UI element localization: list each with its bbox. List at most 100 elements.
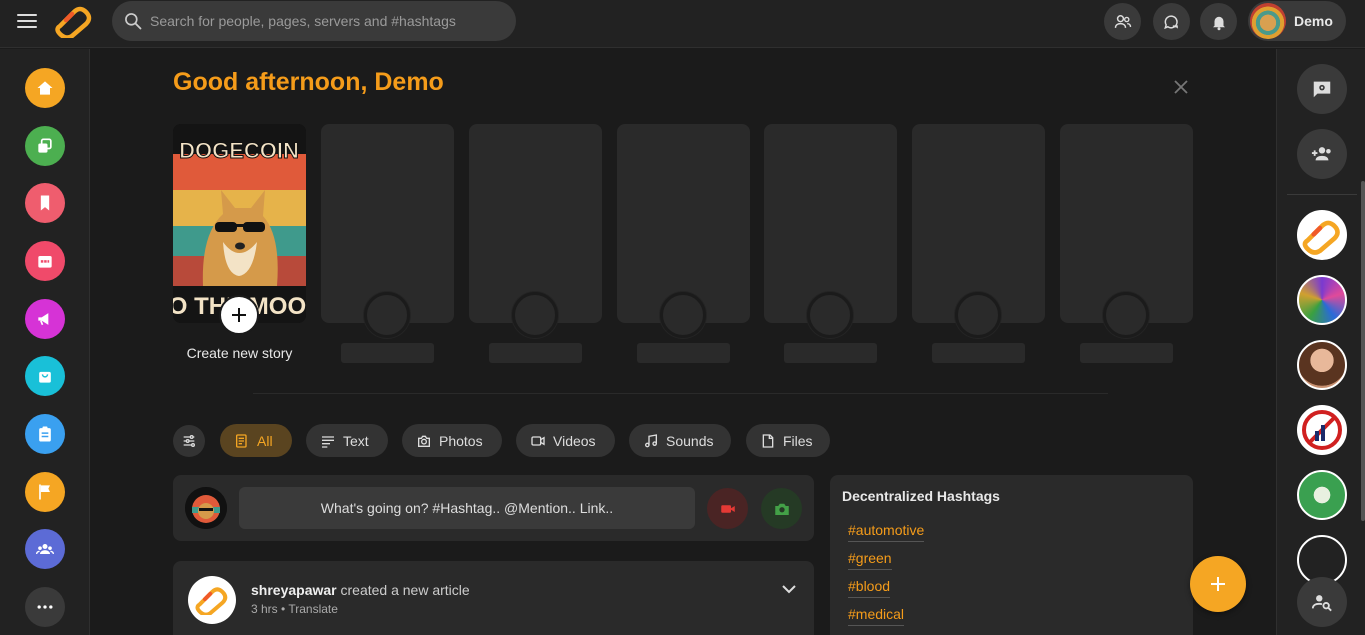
post-header: shreyapawar created a new article bbox=[251, 582, 470, 598]
add-friend-button[interactable] bbox=[1297, 129, 1347, 179]
megaphone-icon bbox=[38, 313, 49, 326]
nav-ads[interactable] bbox=[25, 299, 65, 339]
story-name-placeholder bbox=[932, 343, 1025, 363]
search-icon bbox=[125, 13, 142, 30]
add-people-icon bbox=[1311, 147, 1331, 161]
chat-settings-button[interactable] bbox=[1297, 64, 1347, 114]
nav-pages[interactable] bbox=[25, 472, 65, 512]
search-input[interactable] bbox=[150, 1, 510, 41]
logo-icon[interactable] bbox=[54, 4, 94, 38]
tab-label: Files bbox=[783, 432, 813, 449]
search-box[interactable] bbox=[112, 1, 516, 41]
nav-more[interactable] bbox=[25, 587, 65, 627]
divider bbox=[1287, 194, 1357, 195]
create-story-label: Create new story bbox=[186, 345, 293, 361]
video-camera-icon bbox=[720, 504, 735, 513]
contact-avatar[interactable] bbox=[1297, 275, 1347, 325]
messages-button[interactable] bbox=[1153, 3, 1190, 40]
text-icon bbox=[322, 435, 334, 448]
tab-label: Videos bbox=[553, 432, 596, 449]
add-story-button[interactable] bbox=[219, 295, 259, 335]
divider bbox=[253, 393, 1108, 394]
post-action: created a new article bbox=[340, 582, 470, 598]
scrollbar[interactable] bbox=[1361, 181, 1365, 521]
person-search-icon bbox=[1311, 595, 1332, 612]
nav-jobs[interactable] bbox=[25, 414, 65, 454]
story-avatar-placeholder bbox=[1103, 292, 1149, 338]
story-name-placeholder bbox=[489, 343, 582, 363]
layers-icon bbox=[38, 138, 52, 153]
story-name-placeholder bbox=[341, 343, 434, 363]
avatar bbox=[1250, 3, 1286, 39]
tab-photos[interactable]: Photos bbox=[402, 424, 502, 457]
tab-sounds[interactable]: Sounds bbox=[629, 424, 731, 457]
left-sidebar bbox=[0, 49, 90, 635]
create-story-card[interactable]: DOGECOIN TO THE MOON bbox=[173, 124, 306, 323]
plus-icon bbox=[232, 308, 246, 322]
composer-input[interactable]: What's going on? #Hashtag.. @Mention.. L… bbox=[239, 487, 695, 529]
hashtags-title: Decentralized Hashtags bbox=[842, 488, 1000, 504]
translate-link[interactable]: Translate bbox=[288, 602, 338, 616]
contact-avatar[interactable] bbox=[1297, 405, 1347, 455]
bookmark-icon bbox=[40, 195, 50, 211]
sliders-icon bbox=[183, 435, 195, 447]
nav-home[interactable] bbox=[25, 68, 65, 108]
plus-icon bbox=[1211, 577, 1225, 591]
create-post-fab[interactable] bbox=[1190, 556, 1246, 612]
post-author[interactable]: shreyapawar bbox=[251, 582, 337, 598]
post-meta: 3 hrs • Translate bbox=[251, 602, 338, 616]
nav-groups[interactable] bbox=[25, 529, 65, 569]
story-avatar-placeholder bbox=[955, 292, 1001, 338]
story-avatar-placeholder bbox=[660, 292, 706, 338]
tab-label: Text bbox=[343, 432, 369, 449]
video-icon bbox=[531, 435, 545, 446]
contact-avatar[interactable] bbox=[1297, 470, 1347, 520]
feed-post: shreyapawar created a new article 3 hrs … bbox=[173, 561, 814, 635]
flag-icon bbox=[39, 484, 50, 500]
close-icon[interactable] bbox=[1170, 76, 1192, 98]
top-bar: Demo bbox=[0, 0, 1365, 48]
avatar[interactable] bbox=[188, 576, 236, 624]
tab-text[interactable]: Text bbox=[306, 424, 388, 457]
tab-videos[interactable]: Videos bbox=[516, 424, 615, 457]
user-menu-button[interactable]: Demo bbox=[1248, 1, 1346, 41]
contact-avatar[interactable] bbox=[1297, 210, 1347, 260]
menu-icon[interactable] bbox=[17, 14, 37, 30]
search-contacts-button[interactable] bbox=[1297, 577, 1347, 627]
tab-label: Sounds bbox=[666, 432, 714, 449]
notifications-button[interactable] bbox=[1200, 3, 1237, 40]
post-time[interactable]: 3 hrs bbox=[251, 602, 278, 616]
article-icon bbox=[236, 433, 247, 448]
nav-events[interactable] bbox=[25, 241, 65, 281]
story-name-placeholder bbox=[637, 343, 730, 363]
friends-button[interactable] bbox=[1104, 3, 1141, 40]
music-icon bbox=[645, 433, 657, 447]
post-composer: What's going on? #Hashtag.. @Mention.. L… bbox=[173, 475, 814, 541]
hashtag-link[interactable]: #medical bbox=[848, 606, 905, 626]
hashtag-link[interactable]: #automotive bbox=[848, 522, 925, 542]
people-icon bbox=[1114, 14, 1131, 28]
hashtag-link[interactable]: #blood bbox=[848, 578, 891, 598]
calendar-icon bbox=[38, 256, 52, 268]
story-avatar-placeholder bbox=[512, 292, 558, 338]
add-photo-button[interactable] bbox=[761, 488, 802, 529]
user-name: Demo bbox=[1294, 13, 1333, 29]
nav-market[interactable] bbox=[25, 356, 65, 396]
story-avatar-placeholder bbox=[364, 292, 410, 338]
more-icon bbox=[37, 605, 53, 609]
svg-text:DOGECOIN: DOGECOIN bbox=[179, 138, 299, 163]
groups-icon bbox=[36, 544, 54, 555]
chevron-down-icon[interactable] bbox=[779, 579, 799, 599]
filter-button[interactable] bbox=[173, 425, 205, 457]
camera-icon bbox=[774, 503, 789, 515]
nav-feed[interactable] bbox=[25, 126, 65, 166]
nav-saved[interactable] bbox=[25, 183, 65, 223]
contact-avatar[interactable] bbox=[1297, 340, 1347, 390]
story-name-placeholder bbox=[1080, 343, 1173, 363]
tab-files[interactable]: Files bbox=[746, 424, 830, 457]
tab-all[interactable]: All bbox=[220, 424, 292, 457]
chat-gear-icon bbox=[1313, 81, 1331, 98]
hashtags-card: Decentralized Hashtags #automotive #gree… bbox=[830, 475, 1193, 635]
go-live-button[interactable] bbox=[707, 488, 748, 529]
hashtag-link[interactable]: #green bbox=[848, 550, 892, 570]
